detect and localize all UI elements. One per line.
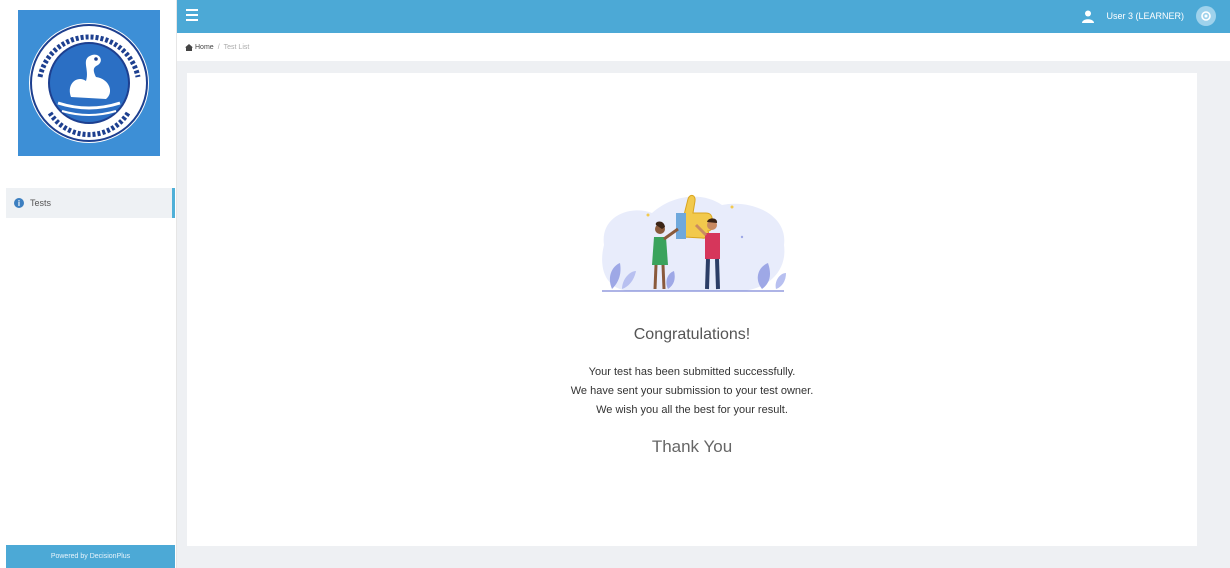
message-line-2: We have sent your submission to your tes… xyxy=(570,385,814,397)
celebration-illustration xyxy=(602,194,786,292)
top-navbar: User 3 (LEARNER) xyxy=(177,0,1230,33)
user-menu[interactable]: User 3 (LEARNER) xyxy=(1082,6,1184,26)
sidebar-item-tests[interactable]: i Tests xyxy=(6,188,175,218)
home-icon xyxy=(185,43,193,51)
user-icon xyxy=(1082,10,1095,23)
congratulations-heading: Congratulations! xyxy=(633,326,751,343)
breadcrumb-separator: / xyxy=(217,43,220,51)
institution-logo xyxy=(18,10,160,156)
sidebar-item-label: Tests xyxy=(30,198,52,208)
swan-emblem-icon xyxy=(29,23,149,143)
breadcrumb: Home / Test List xyxy=(177,33,1230,61)
info-circle-icon: i xyxy=(14,198,24,208)
message-line-1: Your test has been submitted successfull… xyxy=(588,366,796,378)
thank-you-text: Thank You xyxy=(651,437,733,456)
message-line-3: We wish you all the best for your result… xyxy=(596,404,788,416)
settings-gear-icon[interactable] xyxy=(1196,6,1216,26)
hamburger-menu-icon[interactable] xyxy=(185,8,199,22)
breadcrumb-current: Test List xyxy=(223,43,250,51)
breadcrumb-home-link[interactable]: Home xyxy=(185,43,214,51)
breadcrumb-home-label: Home xyxy=(195,43,214,51)
submission-card xyxy=(187,73,1197,546)
powered-by-footer: Powered by DecisionPlus xyxy=(6,545,175,568)
powered-by-text: Powered by DecisionPlus xyxy=(50,553,131,560)
user-name: User 3 (LEARNER) xyxy=(1106,11,1184,21)
sidebar: i Tests Powered by DecisionPlus xyxy=(0,0,177,568)
